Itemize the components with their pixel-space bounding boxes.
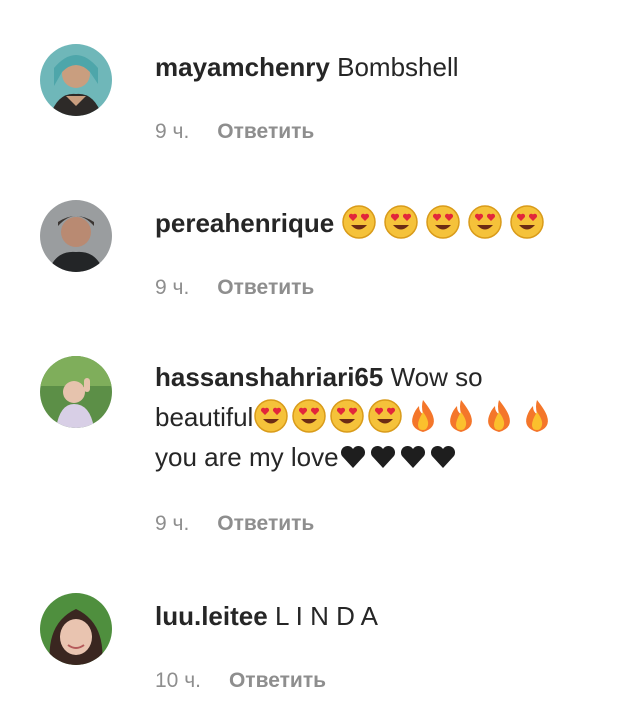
comment-meta: 9 ч. Ответить bbox=[155, 276, 314, 300]
comment-emojis bbox=[341, 205, 551, 239]
heart-eyes-emoji bbox=[509, 204, 545, 240]
avatar[interactable] bbox=[40, 356, 112, 428]
avatar[interactable] bbox=[40, 593, 112, 665]
comment-username[interactable]: luu.leitee bbox=[155, 601, 268, 631]
fire-emoji bbox=[405, 398, 441, 434]
black-heart-icon bbox=[369, 443, 397, 471]
comment-message-line2: beautiful bbox=[155, 402, 254, 432]
comment-text: pereahenrique bbox=[155, 203, 595, 243]
black-heart-icon bbox=[339, 443, 367, 471]
heart-eyes-emoji bbox=[291, 398, 327, 434]
comment-text: mayamchenry Bombshell bbox=[155, 47, 595, 87]
reply-button[interactable]: Ответить bbox=[217, 120, 314, 143]
comment-message: L I N D A bbox=[274, 601, 379, 631]
comment-username[interactable]: hassanshahriari65 bbox=[155, 362, 383, 392]
heart-eyes-emoji bbox=[253, 398, 289, 434]
black-heart-icon bbox=[399, 443, 427, 471]
comment-username[interactable]: pereahenrique bbox=[155, 208, 334, 238]
avatar[interactable] bbox=[40, 200, 112, 272]
heart-eyes-emoji bbox=[329, 398, 365, 434]
comment-meta: 10 ч. Ответить bbox=[155, 669, 326, 693]
fire-emoji bbox=[443, 398, 479, 434]
avatar[interactable] bbox=[40, 44, 112, 116]
reply-button[interactable]: Ответить bbox=[217, 512, 314, 535]
comment-time[interactable]: 9 ч. bbox=[155, 512, 189, 535]
comment-time[interactable]: 10 ч. bbox=[155, 669, 201, 692]
comment-meta: 9 ч. Ответить bbox=[155, 120, 314, 144]
comment-message: Wow so bbox=[390, 362, 483, 392]
comment-message: Bombshell bbox=[337, 52, 459, 82]
reply-button[interactable]: Ответить bbox=[229, 669, 326, 692]
comment-meta: 9 ч. Ответить bbox=[155, 512, 314, 536]
black-heart-icon bbox=[429, 443, 457, 471]
comment-emojis bbox=[253, 399, 555, 433]
comment-text: hassanshahriari65 Wow so beautiful you a… bbox=[155, 357, 595, 477]
heart-eyes-emoji bbox=[467, 204, 503, 240]
comment-username[interactable]: mayamchenry bbox=[155, 52, 330, 82]
comment-message-line3: you are my love bbox=[155, 442, 339, 472]
comment-text: luu.leitee L I N D A bbox=[155, 596, 595, 636]
heart-eyes-emoji bbox=[341, 204, 377, 240]
fire-emoji bbox=[481, 398, 517, 434]
fire-emoji bbox=[519, 398, 555, 434]
heart-eyes-emoji bbox=[425, 204, 461, 240]
heart-eyes-emoji bbox=[367, 398, 403, 434]
comment-time[interactable]: 9 ч. bbox=[155, 120, 189, 143]
comment-time[interactable]: 9 ч. bbox=[155, 276, 189, 299]
heart-eyes-emoji bbox=[383, 204, 419, 240]
comment-hearts bbox=[339, 442, 459, 472]
reply-button[interactable]: Ответить bbox=[217, 276, 314, 299]
